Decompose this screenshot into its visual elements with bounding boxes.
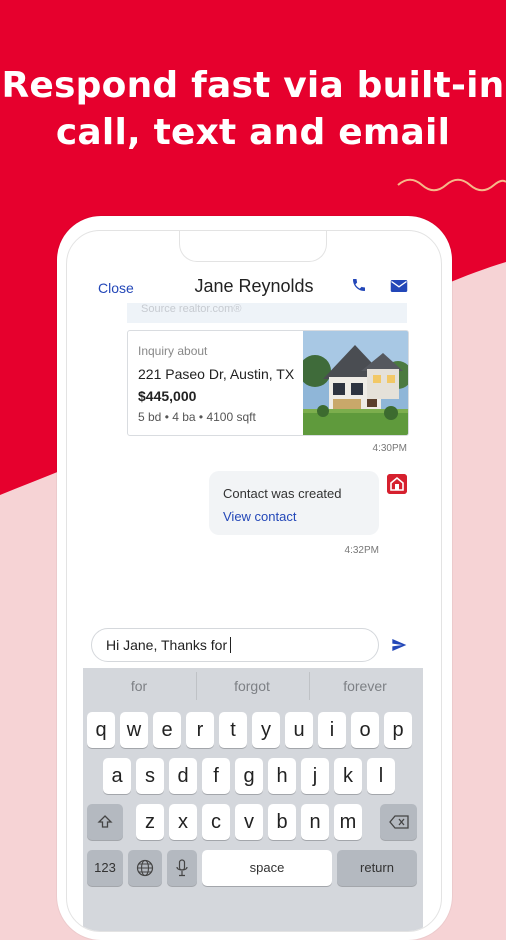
key-a[interactable]: a <box>103 758 131 794</box>
headline-line-2: call, text and email <box>55 112 451 153</box>
key-p[interactable]: p <box>384 712 412 748</box>
message-input-text: Hi Jane, Thanks for <box>106 637 228 653</box>
property-details: 5 bd • 4 ba • 4100 sqft <box>138 410 256 424</box>
property-price: $445,000 <box>138 388 197 404</box>
inquiry-timestamp: 4:30PM <box>372 443 407 454</box>
mic-key[interactable] <box>167 850 197 886</box>
brand-home-icon <box>387 474 407 494</box>
view-contact-link[interactable]: View contact <box>223 509 296 524</box>
text-cursor <box>230 637 232 653</box>
numbers-key[interactable]: 123 <box>87 850 123 886</box>
key-i[interactable]: i <box>318 712 346 748</box>
backspace-key[interactable] <box>380 804 417 840</box>
key-y[interactable]: y <box>252 712 280 748</box>
contact-timestamp: 4:32PM <box>344 545 379 556</box>
key-r[interactable]: r <box>186 712 214 748</box>
globe-key[interactable] <box>128 850 162 886</box>
shift-key[interactable] <box>87 804 123 840</box>
inquiry-card[interactable]: Inquiry about 221 Paseo Dr, Austin, TX $… <box>127 330 409 436</box>
key-n[interactable]: n <box>301 804 329 840</box>
key-o[interactable]: o <box>351 712 379 748</box>
key-e[interactable]: e <box>153 712 181 748</box>
key-j[interactable]: j <box>301 758 329 794</box>
key-v[interactable]: v <box>235 804 263 840</box>
key-t[interactable]: t <box>219 712 247 748</box>
key-w[interactable]: w <box>120 712 148 748</box>
key-k[interactable]: k <box>334 758 362 794</box>
shift-icon <box>97 815 113 828</box>
phone-notch <box>179 231 327 262</box>
inquiry-label: Inquiry about <box>138 344 208 358</box>
key-q[interactable]: q <box>87 712 115 748</box>
key-c[interactable]: c <box>202 804 230 840</box>
key-z[interactable]: z <box>136 804 164 840</box>
suggestion-bar: for forgot forever <box>83 668 423 704</box>
globe-icon <box>136 859 154 877</box>
contact-created-bubble: Contact was created View contact <box>209 471 379 535</box>
message-input[interactable]: Hi Jane, Thanks for <box>91 628 379 662</box>
phone-icon[interactable] <box>351 277 367 293</box>
key-f[interactable]: f <box>202 758 230 794</box>
headline: Respond fast via built-in call, text and… <box>0 62 506 156</box>
key-x[interactable]: x <box>169 804 197 840</box>
key-s[interactable]: s <box>136 758 164 794</box>
headline-line-1: Respond fast via built-in <box>1 65 505 106</box>
source-label: Source realtor.com® <box>127 303 407 323</box>
onscreen-keyboard: for forgot forever q w e r t y u i o p a… <box>83 668 423 931</box>
suggestion-1[interactable]: for <box>83 678 195 694</box>
return-key[interactable]: return <box>337 850 417 886</box>
suggestion-2[interactable]: forgot <box>196 678 308 694</box>
suggestion-3[interactable]: forever <box>309 678 421 694</box>
key-u[interactable]: u <box>285 712 313 748</box>
phone-screen: Close Jane Reynolds Source realtor.com® … <box>66 230 442 932</box>
property-photo <box>303 331 408 435</box>
microphone-icon <box>176 859 188 877</box>
key-h[interactable]: h <box>268 758 296 794</box>
key-d[interactable]: d <box>169 758 197 794</box>
mail-icon[interactable] <box>390 279 408 293</box>
chat-header: Close Jane Reynolds <box>67 271 441 303</box>
key-l[interactable]: l <box>367 758 395 794</box>
space-key[interactable]: space <box>202 850 332 886</box>
property-address: 221 Paseo Dr, Austin, TX <box>138 366 295 382</box>
contact-created-text: Contact was created <box>223 486 342 501</box>
contact-name: Jane Reynolds <box>194 276 314 296</box>
key-m[interactable]: m <box>334 804 362 840</box>
key-b[interactable]: b <box>268 804 296 840</box>
backspace-icon <box>388 815 409 829</box>
send-icon[interactable] <box>391 637 407 653</box>
key-g[interactable]: g <box>235 758 263 794</box>
